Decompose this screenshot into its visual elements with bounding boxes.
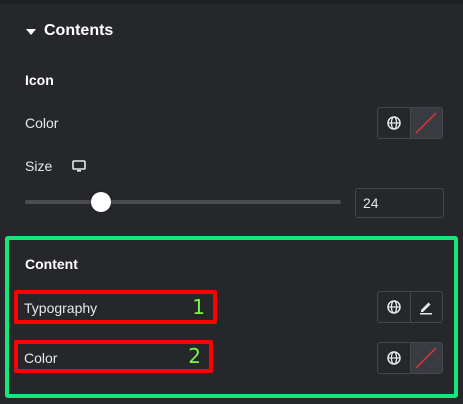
no-color-slash-icon [415, 347, 438, 369]
contents-section-toggle[interactable]: Contents [26, 20, 113, 42]
globe-icon [387, 300, 401, 314]
icon-color-label: Color [25, 115, 59, 131]
icon-size-slider[interactable] [25, 200, 341, 204]
icon-color-control [377, 107, 443, 139]
icon-color-picker-button[interactable] [409, 108, 442, 138]
typography-global-button[interactable] [378, 292, 410, 322]
settings-panel: Contents Icon Color Size Content Typogra [0, 0, 463, 404]
caret-down-icon [26, 28, 36, 35]
color-annotation-box: Color 2 [14, 340, 213, 373]
icon-size-label: Size [25, 158, 53, 174]
content-color-picker-button[interactable] [409, 343, 442, 373]
typography-edit-button[interactable] [409, 292, 442, 322]
globe-icon [387, 116, 401, 130]
no-color-slash-icon [415, 112, 438, 134]
icon-size-slider-fill [25, 200, 101, 204]
typography-label: Typography [24, 300, 98, 316]
typography-annotation-box: Typography 1 [14, 290, 217, 324]
annotation-number-1: 1 [192, 295, 205, 319]
icon-heading: Icon [25, 72, 54, 88]
content-color-label: Color [24, 350, 58, 366]
icon-color-global-button[interactable] [378, 108, 410, 138]
annotation-number-2: 2 [188, 344, 201, 368]
icon-size-input[interactable] [355, 188, 444, 218]
desktop-monitor-icon[interactable] [72, 159, 86, 173]
panel-top-divider [0, 0, 463, 4]
typography-control [377, 291, 443, 323]
icon-size-slider-handle[interactable] [90, 192, 111, 212]
section-title: Contents [44, 22, 114, 39]
content-heading: Content [25, 256, 78, 272]
content-color-global-button[interactable] [378, 343, 410, 373]
content-color-control [377, 342, 443, 374]
globe-icon [387, 351, 401, 365]
pencil-icon [420, 302, 433, 315]
